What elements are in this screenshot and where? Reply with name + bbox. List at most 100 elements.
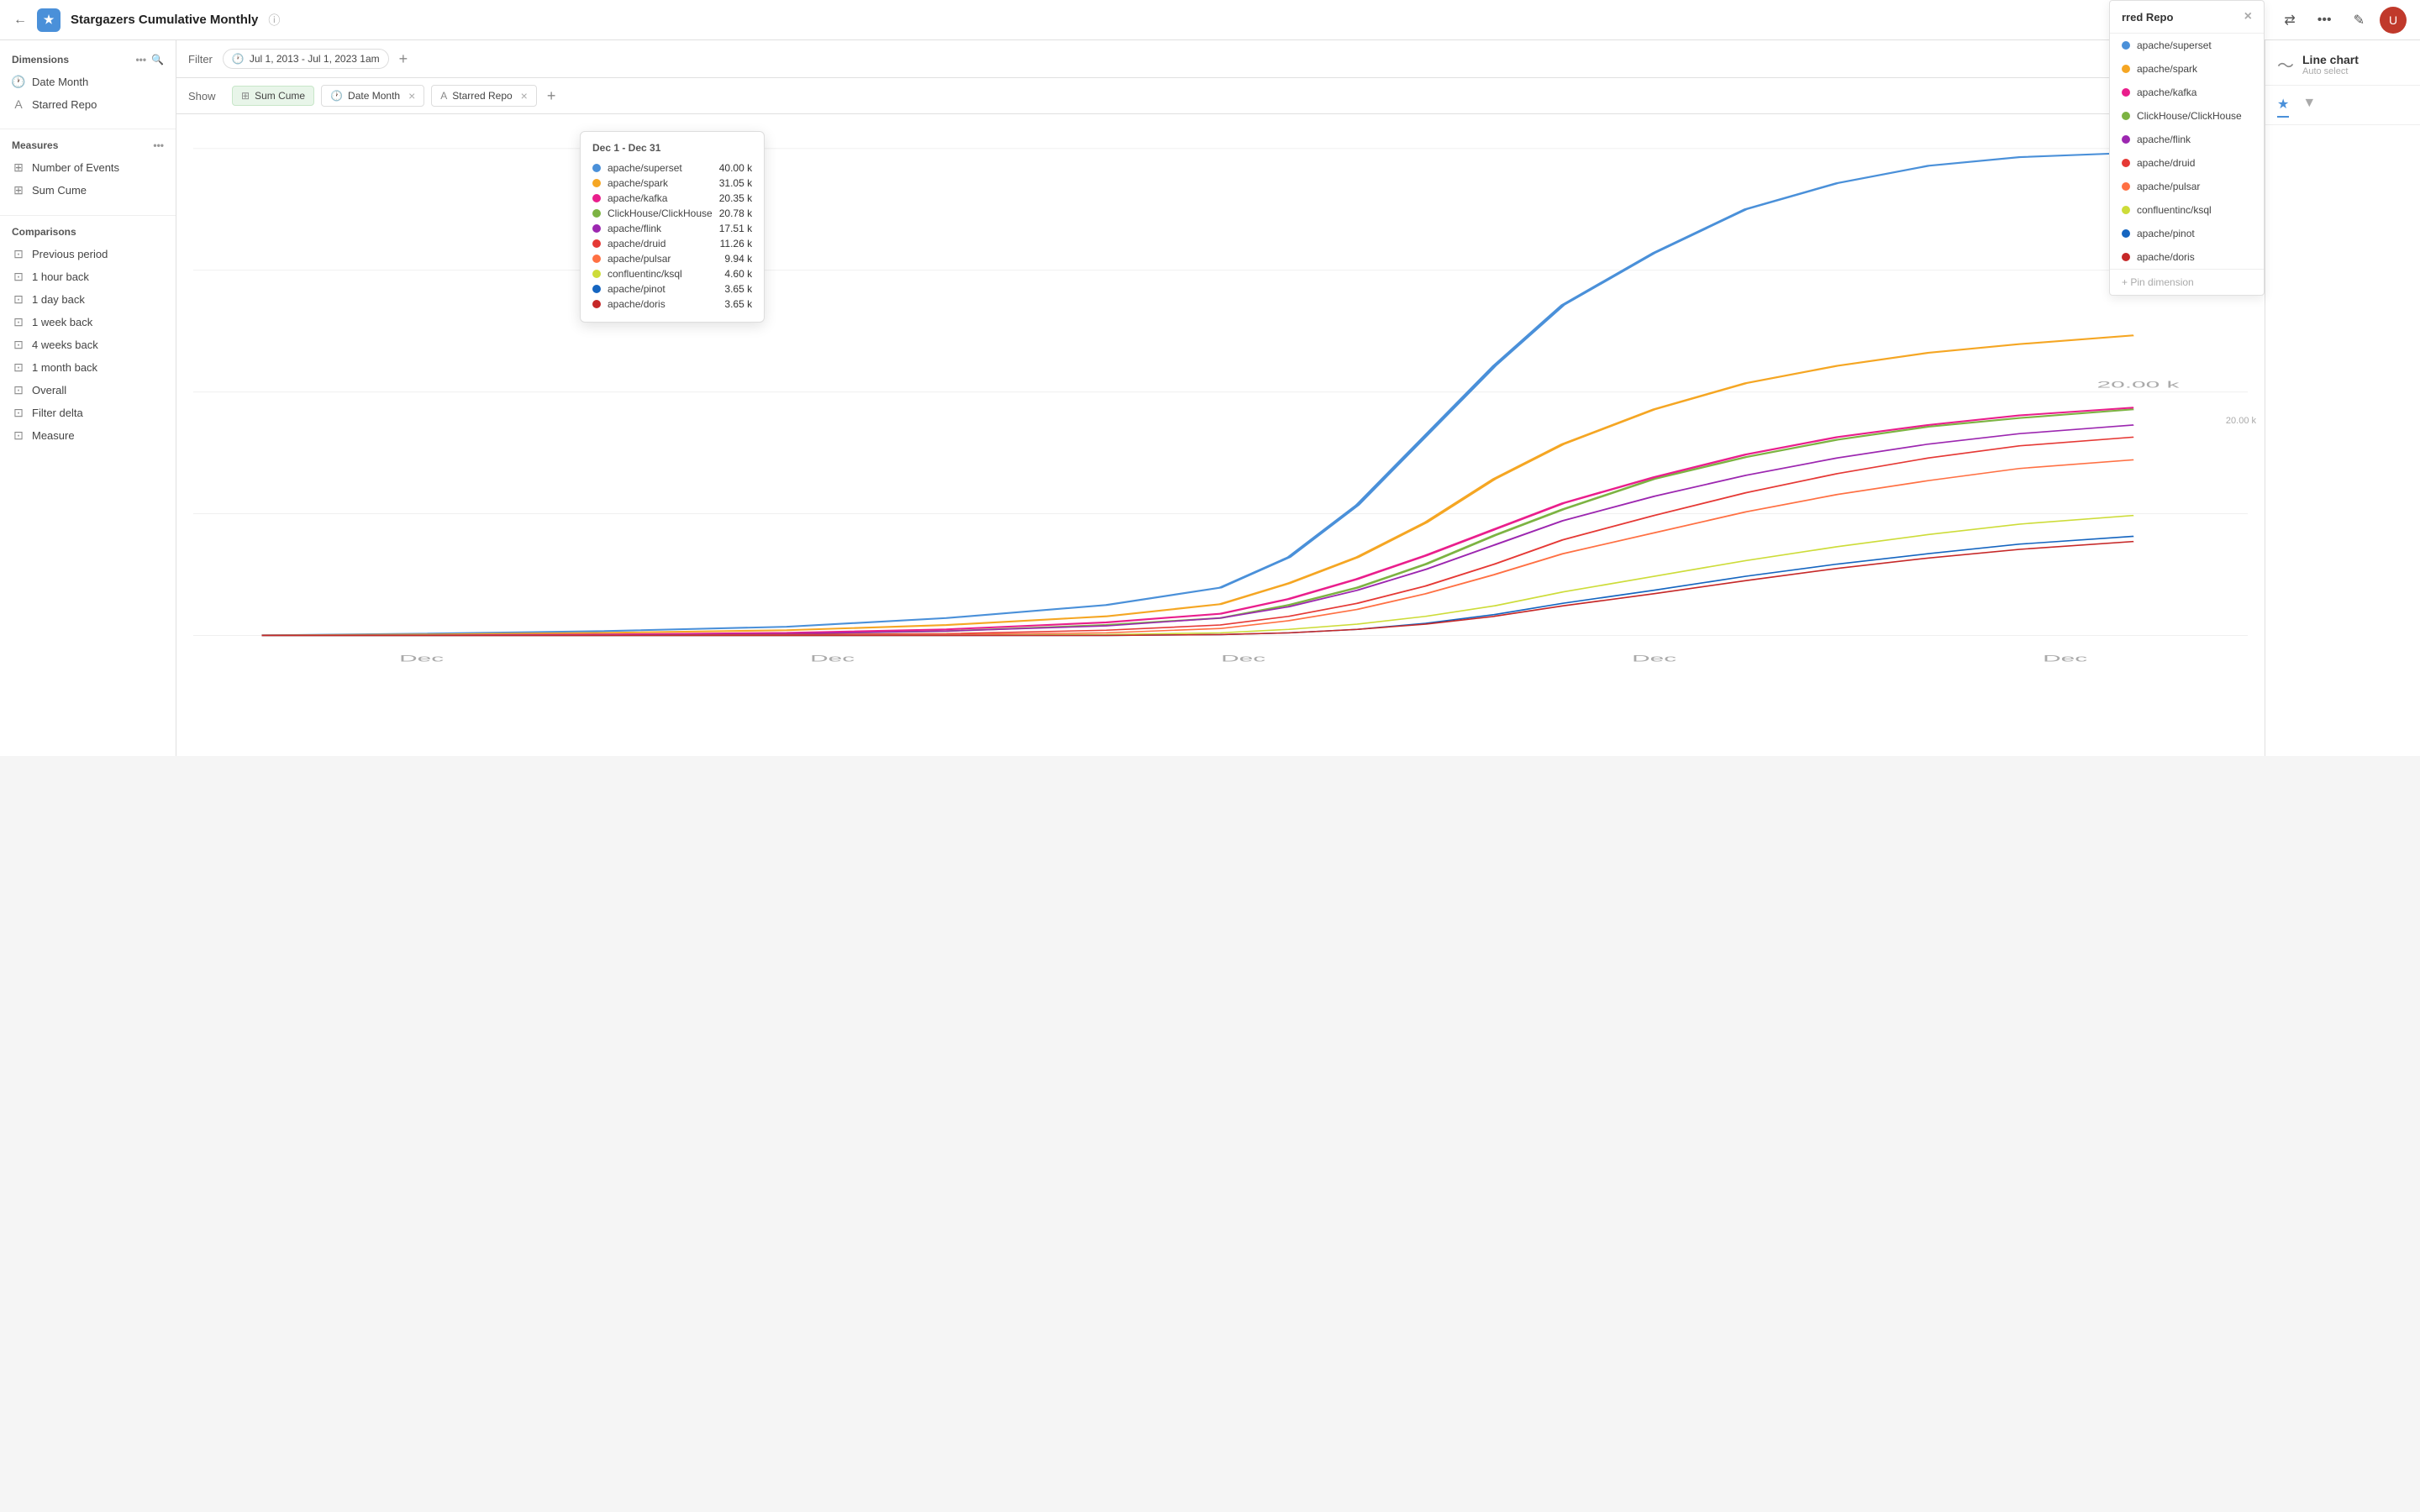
tooltip-value: 20.78 k <box>719 207 752 219</box>
svg-text:Dec: Dec <box>2043 653 2087 664</box>
dim-panel-item[interactable]: confluentinc/ksql <box>2110 198 2264 222</box>
sidebar-item-1-day-back[interactable]: ⊡ 1 day back <box>0 288 176 311</box>
measures-actions[interactable]: ••• <box>153 139 164 151</box>
dim-panel-close-button[interactable]: × <box>2244 9 2252 24</box>
tooltip-value: 3.65 k <box>724 283 752 295</box>
tooltip-value: 11.26 k <box>720 238 752 249</box>
chart-type-selector[interactable]: 〜 Line chart Auto select <box>2265 40 2420 86</box>
comparison-icon-7: ⊡ <box>12 383 25 397</box>
date-month-icon: 🕐 <box>330 90 343 102</box>
measures-more-icon[interactable]: ••• <box>153 139 164 151</box>
dim-item-label: apache/flink <box>2137 134 2191 145</box>
tooltip-row: apache/spark 31.05 k <box>592 176 752 191</box>
show-chip-starred-repo[interactable]: A Starred Repo × <box>431 85 537 107</box>
tooltip-label: apache/pulsar <box>608 253 718 265</box>
starred-repo-close[interactable]: × <box>521 89 528 102</box>
dim-panel-item[interactable]: apache/superset <box>2110 34 2264 57</box>
tooltip-label: apache/spark <box>608 177 713 189</box>
dimensions-section: Dimensions ••• 🔍 🕐 Date Month A Starred … <box>0 50 176 115</box>
tooltip-label: apache/druid <box>608 238 713 249</box>
sidebar-item-date-month[interactable]: 🕐 Date Month <box>0 71 176 93</box>
tooltip-row: apache/pulsar 9.94 k <box>592 251 752 266</box>
show-chip-date-month[interactable]: 🕐 Date Month × <box>321 85 424 107</box>
avatar[interactable]: U <box>2380 7 2407 34</box>
right-panel-tabs: ★ ▼ <box>2265 86 2420 125</box>
comparison-icon-9: ⊡ <box>12 428 25 443</box>
tooltip-dot <box>592 239 601 248</box>
tooltip-label: apache/flink <box>608 223 713 234</box>
show-chip-sum-cume[interactable]: ⊞ Sum Cume <box>232 86 314 106</box>
dim-dot <box>2122 41 2130 50</box>
tooltip-label: apache/doris <box>608 298 718 310</box>
dimensions-more-icon[interactable]: ••• <box>135 54 146 66</box>
app-icon: ★ <box>37 8 60 32</box>
tooltip-dot <box>592 285 601 293</box>
svg-text:Dec: Dec <box>399 653 444 664</box>
tooltip-value: 17.51 k <box>719 223 752 234</box>
show-row: Show ⊞ Sum Cume 🕐 Date Month × A Starred… <box>176 78 2265 114</box>
back-button[interactable]: ← <box>13 13 27 28</box>
dim-dot <box>2122 182 2130 191</box>
tab-filter[interactable]: ▼ <box>2302 92 2316 118</box>
dim-panel-item[interactable]: apache/druid <box>2110 151 2264 175</box>
sidebar-item-4-weeks-back[interactable]: ⊡ 4 weeks back <box>0 333 176 356</box>
chart-type-name: Line chart <box>2302 53 2408 66</box>
dim-panel-item[interactable]: apache/pinot <box>2110 222 2264 245</box>
dim-dot <box>2122 253 2130 261</box>
sidebar-item-overall[interactable]: ⊡ Overall <box>0 379 176 402</box>
dim-panel-item[interactable]: ClickHouse/ClickHouse <box>2110 104 2264 128</box>
dim-item-label: apache/pulsar <box>2137 181 2200 192</box>
measures-header: Measures ••• <box>0 136 176 156</box>
sidebar-item-1-month-back[interactable]: ⊡ 1 month back <box>0 356 176 379</box>
dim-panel-item[interactable]: apache/flink <box>2110 128 2264 151</box>
dim-panel-header: rred Repo × <box>2110 1 2264 34</box>
dim-panel-item[interactable]: apache/spark <box>2110 57 2264 81</box>
dimensions-actions[interactable]: ••• 🔍 <box>135 54 164 66</box>
filter-date-chip[interactable]: 🕐 Jul 1, 2013 - Jul 1, 2023 1am <box>223 49 389 69</box>
comparison-icon-1: ⊡ <box>12 247 25 261</box>
tooltip-value: 40.00 k <box>719 162 752 174</box>
date-month-close[interactable]: × <box>408 89 415 102</box>
sidebar-item-starred-repo[interactable]: A Starred Repo <box>0 93 176 115</box>
tooltip-dot <box>592 194 601 202</box>
info-icon[interactable]: ⓘ <box>268 12 280 29</box>
tab-star[interactable]: ★ <box>2277 92 2289 118</box>
dim-panel-item[interactable]: apache/pulsar <box>2110 175 2264 198</box>
tooltip-row: apache/doris 3.65 k <box>592 297 752 312</box>
right-panel: 〜 Line chart Auto select ★ ▼ rred Repo ×… <box>2265 40 2420 756</box>
sidebar-item-1-week-back[interactable]: ⊡ 1 week back <box>0 311 176 333</box>
dim-panel-item[interactable]: apache/doris <box>2110 245 2264 269</box>
pin-dimension-button[interactable]: + Pin dimension <box>2110 269 2264 295</box>
dim-panel-item[interactable]: apache/kafka <box>2110 81 2264 104</box>
tooltip-value: 3.65 k <box>724 298 752 310</box>
tooltip-rows: apache/superset 40.00 k apache/spark 31.… <box>592 160 752 312</box>
tooltip-label: apache/pinot <box>608 283 718 295</box>
sidebar-item-num-events[interactable]: ⊞ Number of Events <box>0 156 176 179</box>
line-chart-icon: 〜 <box>2277 52 2294 76</box>
dim-item-label: confluentinc/ksql <box>2137 204 2212 216</box>
filter-add-button[interactable]: + <box>396 50 412 68</box>
share-button[interactable]: ⇄ <box>2277 8 2302 33</box>
sidebar-item-filter-delta[interactable]: ⊡ Filter delta <box>0 402 176 424</box>
dimensions-search-icon[interactable]: 🔍 <box>151 54 164 66</box>
sidebar-item-previous-period[interactable]: ⊡ Previous period <box>0 243 176 265</box>
dim-dot <box>2122 65 2130 73</box>
main-content: Filter 🕐 Jul 1, 2013 - Jul 1, 2023 1am +… <box>176 40 2265 756</box>
show-add-button[interactable]: + <box>544 87 560 105</box>
y-axis-label: 20.00 k <box>2226 416 2256 426</box>
sidebar-item-measure[interactable]: ⊡ Measure <box>0 424 176 447</box>
more-button[interactable]: ••• <box>2311 8 2338 32</box>
tooltip-dot <box>592 224 601 233</box>
svg-text:Dec: Dec <box>1632 653 1676 664</box>
sidebar-item-sum-cume[interactable]: ⊞ Sum Cume <box>0 179 176 202</box>
tooltip-dot <box>592 164 601 172</box>
tooltip-row: apache/kafka 20.35 k <box>592 191 752 206</box>
dim-item-label: apache/druid <box>2137 157 2195 169</box>
tooltip-label: apache/kafka <box>608 192 713 204</box>
sidebar-item-1-hour-back[interactable]: ⊡ 1 hour back <box>0 265 176 288</box>
dim-item-label: ClickHouse/ClickHouse <box>2137 110 2242 122</box>
comparison-icon-5: ⊡ <box>12 338 25 352</box>
clock-icon: 🕐 <box>12 75 25 89</box>
tooltip-dot <box>592 255 601 263</box>
edit-button[interactable]: ✎ <box>2347 8 2371 33</box>
